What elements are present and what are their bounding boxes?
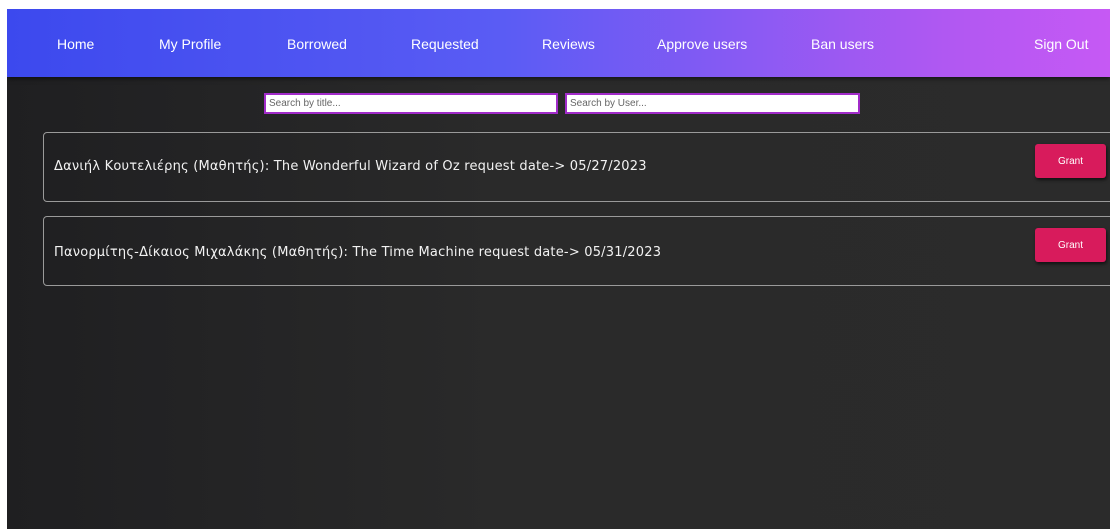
request-card: Δανιήλ Κουτελιέρης (Μαθητής): The Wonder… — [43, 132, 1110, 202]
nav-approve-users-link[interactable]: Approve users — [657, 35, 747, 53]
sign-out-link[interactable]: Sign Out — [1034, 35, 1088, 53]
request-details-text: Πανορμίτης-Δίκαιος Μιχαλάκης (Μαθητής): … — [54, 245, 662, 260]
nav-reviews-link[interactable]: Reviews — [542, 35, 595, 53]
nav-borrowed-link[interactable]: Borrowed — [287, 35, 347, 53]
nav-home-link[interactable]: Home — [57, 35, 94, 53]
request-card: Πανορμίτης-Δίκαιος Μιχαλάκης (Μαθητής): … — [43, 216, 1110, 286]
nav-my-profile-link[interactable]: My Profile — [159, 35, 221, 53]
request-details-text: Δανιήλ Κουτελιέρης (Μαθητής): The Wonder… — [54, 159, 647, 174]
app-frame: Home My Profile Borrowed Requested Revie… — [7, 9, 1110, 529]
grant-button[interactable]: Grant — [1035, 144, 1106, 178]
top-navbar: Home My Profile Borrowed Requested Revie… — [7, 9, 1110, 77]
nav-ban-users-link[interactable]: Ban users — [811, 35, 874, 53]
grant-button[interactable]: Grant — [1035, 228, 1106, 262]
search-by-title-input[interactable] — [264, 93, 558, 114]
search-by-user-input[interactable] — [565, 93, 860, 114]
nav-requested-link[interactable]: Requested — [411, 35, 479, 53]
